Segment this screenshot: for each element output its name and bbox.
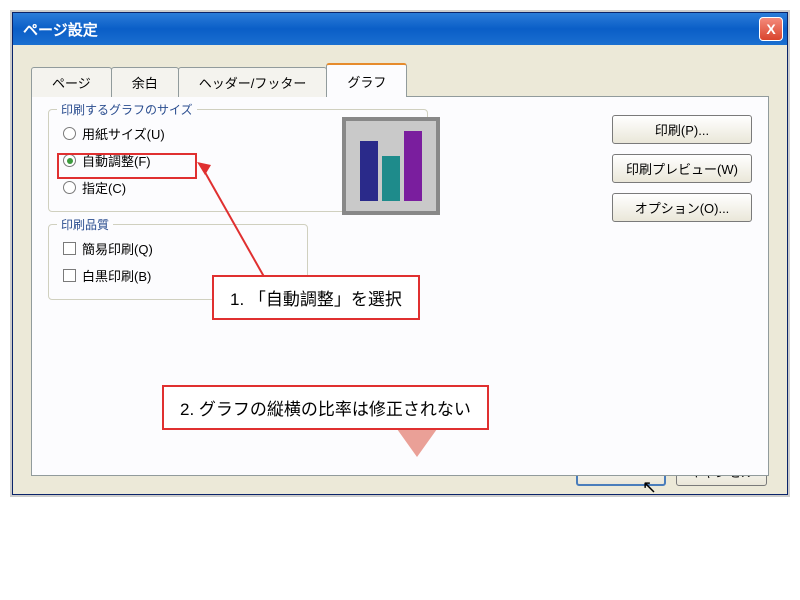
radio-icon [63,181,76,194]
checkbox-icon [63,269,76,282]
chart-preview [342,117,440,215]
check-bw-label: 白黒印刷(B) [82,266,151,285]
screenshot-frame: ページ設定 X ページ 余白 ヘッダー/フッター グラフ 印刷するグラフのサイズ… [10,10,790,497]
close-button[interactable]: X [759,17,783,41]
titlebar: ページ設定 X [13,13,787,45]
tab-page[interactable]: ページ [31,67,112,97]
radio-custom-label: 指定(C) [82,178,126,197]
tab-header-footer[interactable]: ヘッダー/フッター [178,67,328,97]
group-print-quality-title: 印刷品質 [57,216,113,233]
print-button[interactable]: 印刷(P)... [612,115,752,144]
radio-icon [63,127,76,140]
dialog-body: ページ 余白 ヘッダー/フッター グラフ 印刷するグラフのサイズ 用紙サイズ(U… [13,45,787,494]
tab-graph[interactable]: グラフ [326,63,407,97]
radio-auto-fit-label: 自動調整(F) [82,151,151,170]
tab-panel-graph: 印刷するグラフのサイズ 用紙サイズ(U) 自動調整(F) 指定(C) [31,96,769,476]
annotation-1: 1. 「自動調整」を選択 [212,275,420,320]
checkbox-icon [63,242,76,255]
radio-paper-size-label: 用紙サイズ(U) [82,124,165,143]
tab-margins[interactable]: 余白 [111,67,179,97]
page-setup-dialog: ページ設定 X ページ 余白 ヘッダー/フッター グラフ 印刷するグラフのサイズ… [12,12,788,495]
options-button[interactable]: オプション(O)... [612,193,752,222]
print-preview-button[interactable]: 印刷プレビュー(W) [612,154,752,183]
close-icon: X [766,21,775,37]
group-chart-size-title: 印刷するグラフのサイズ [57,101,197,118]
annotation-2: 2. グラフの縦横の比率は修正されない [162,385,489,430]
radio-icon-checked [63,154,76,167]
tabstrip: ページ 余白 ヘッダー/フッター グラフ [31,63,769,97]
chart-bar-icon [404,131,422,201]
chart-bar-icon [360,141,378,201]
check-draft[interactable]: 簡易印刷(Q) [63,235,297,262]
window-title: ページ設定 [23,19,98,40]
chart-bar-icon [382,156,400,201]
side-button-stack: 印刷(P)... 印刷プレビュー(W) オプション(O)... [612,115,752,222]
check-draft-label: 簡易印刷(Q) [82,239,153,258]
